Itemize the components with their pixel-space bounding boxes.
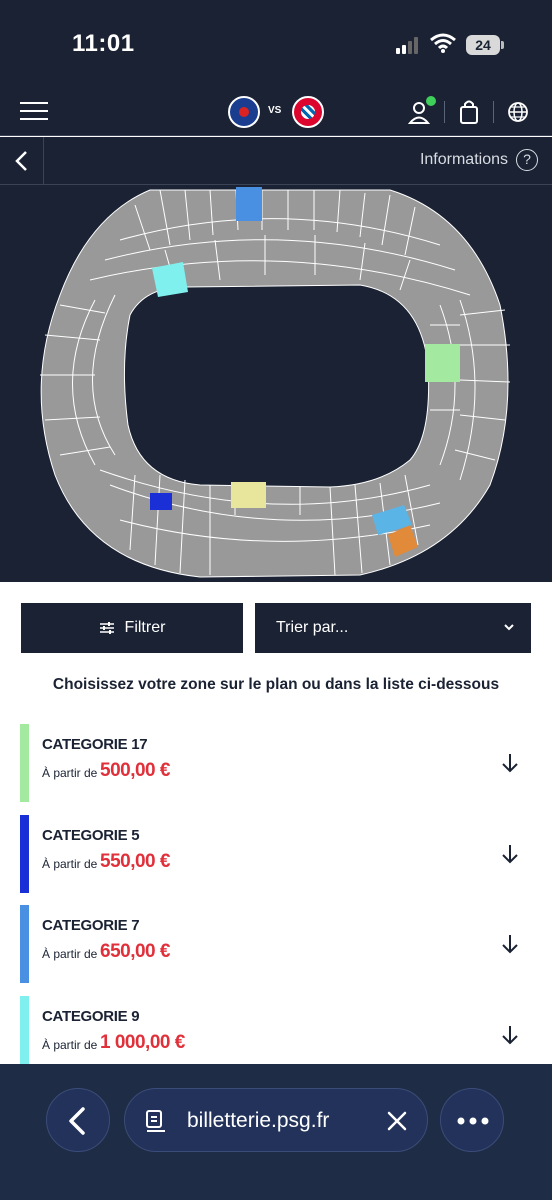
category-item[interactable]: CATEGORIE 7 À partir de 650,00 € xyxy=(20,905,532,983)
globe-icon[interactable] xyxy=(504,98,532,126)
url-text: billetterie.psg.fr xyxy=(187,1109,330,1132)
filter-button[interactable]: Filtrer xyxy=(21,603,243,653)
back-button[interactable] xyxy=(0,137,44,185)
online-status-dot xyxy=(426,96,436,106)
user-icon[interactable] xyxy=(406,96,436,126)
category-color-bar xyxy=(20,815,29,893)
divider xyxy=(493,101,494,123)
zone-instructions: Choisissez votre zone sur le plan ou dan… xyxy=(52,676,500,693)
category-name: CATEGORIE 5 xyxy=(42,827,140,844)
hamburger-icon[interactable] xyxy=(20,100,48,122)
zone-cat5[interactable] xyxy=(150,493,172,510)
category-from-label: À partir de xyxy=(42,857,98,871)
chevron-left-icon xyxy=(69,1107,85,1135)
category-item[interactable]: CATEGORIE 17 À partir de 500,00 € xyxy=(20,724,532,802)
question-icon: ? xyxy=(516,149,538,171)
category-price: 650,00 € xyxy=(100,941,170,962)
category-price: 1 000,00 € xyxy=(100,1032,185,1053)
category-name: CATEGORIE 7 xyxy=(42,917,140,934)
browser-more-button[interactable] xyxy=(440,1088,504,1152)
pitch-area xyxy=(123,284,430,488)
wifi-icon xyxy=(430,33,456,53)
chevron-down-icon xyxy=(504,624,514,631)
arrow-down-icon[interactable] xyxy=(500,1024,520,1046)
signal-icon xyxy=(396,36,422,54)
sub-nav: Informations ? xyxy=(0,137,552,185)
filter-label: Filtrer xyxy=(124,619,166,636)
category-from-label: À partir de xyxy=(42,766,98,780)
sort-label: Trier par... xyxy=(276,619,349,636)
url-bar[interactable]: billetterie.psg.fr xyxy=(124,1088,428,1152)
app-header: VS xyxy=(0,88,552,136)
browser-toolbar: billetterie.psg.fr xyxy=(0,1064,552,1200)
bag-icon[interactable] xyxy=(455,98,483,126)
divider xyxy=(444,101,445,123)
bayern-logo xyxy=(292,96,324,128)
category-color-bar xyxy=(20,996,29,1074)
informations-label: Informations xyxy=(419,151,508,168)
category-from-label: À partir de xyxy=(42,1038,98,1052)
stadium-map[interactable] xyxy=(0,185,552,582)
sort-select[interactable]: Trier par... xyxy=(255,603,531,653)
battery-indicator: 24 xyxy=(466,35,500,55)
category-item[interactable]: CATEGORIE 5 À partir de 550,00 € xyxy=(20,815,532,893)
category-item[interactable]: CATEGORIE 9 À partir de 1 000,00 € xyxy=(20,996,532,1074)
filter-sliders-icon xyxy=(99,622,114,634)
battery-tip xyxy=(501,41,504,49)
more-icon xyxy=(457,1117,489,1125)
header-actions xyxy=(396,96,532,126)
status-time: 11:01 xyxy=(72,30,135,57)
psg-logo xyxy=(228,96,260,128)
category-color-bar xyxy=(20,724,29,802)
chevron-left-icon xyxy=(14,151,27,171)
category-price: 500,00 € xyxy=(100,760,170,781)
browser-back-button[interactable] xyxy=(46,1088,110,1152)
match-logos: VS xyxy=(228,94,328,130)
zone-cat17[interactable] xyxy=(425,344,460,382)
page-icon xyxy=(146,1110,165,1132)
informations-link[interactable]: Informations ? xyxy=(420,149,538,171)
category-name: CATEGORIE 17 xyxy=(42,736,148,753)
vs-label: VS xyxy=(268,105,282,116)
zone-cat9[interactable] xyxy=(152,262,188,297)
arrow-down-icon[interactable] xyxy=(500,752,520,774)
category-name: CATEGORIE 9 xyxy=(42,1008,140,1025)
close-icon[interactable] xyxy=(385,1109,409,1133)
category-from-label: À partir de xyxy=(42,947,98,961)
category-price: 550,00 € xyxy=(100,851,170,872)
arrow-down-icon[interactable] xyxy=(500,933,520,955)
category-color-bar xyxy=(20,905,29,983)
zone-yellow[interactable] xyxy=(231,482,266,508)
zone-cat7[interactable] xyxy=(236,187,262,221)
status-bar: 11:01 24 xyxy=(0,0,552,88)
arrow-down-icon[interactable] xyxy=(500,843,520,865)
stadium-svg[interactable] xyxy=(0,185,552,582)
